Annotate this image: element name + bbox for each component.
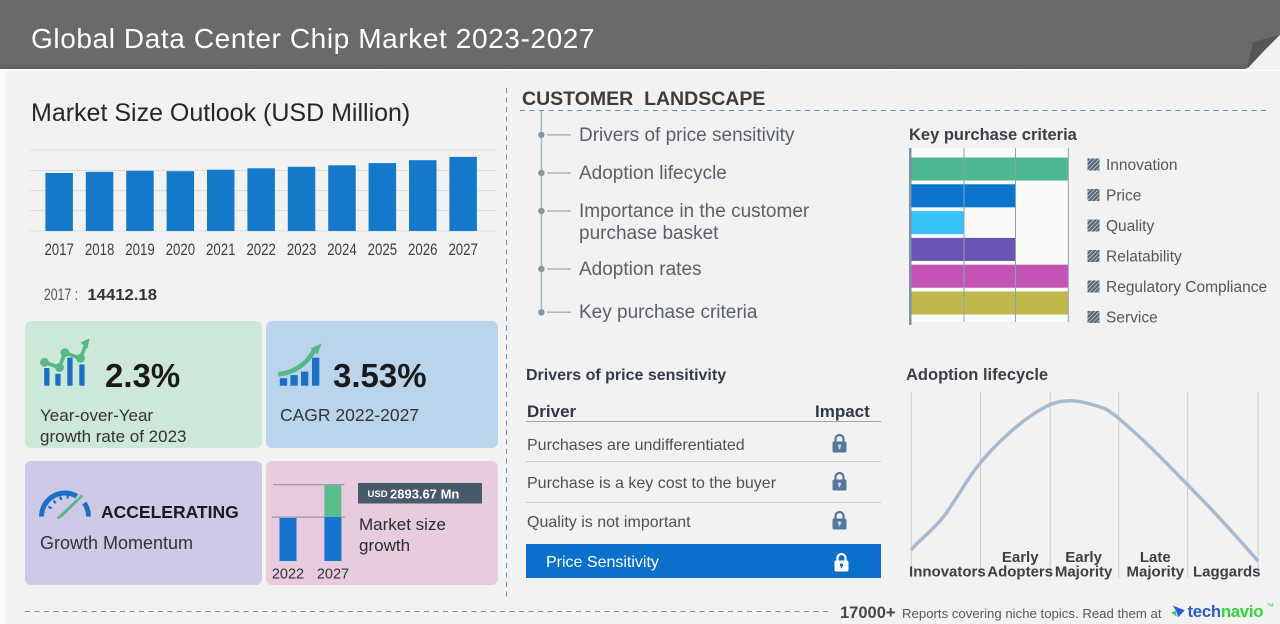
svg-text:2022: 2022 xyxy=(246,241,276,259)
svg-text:Innovation: Innovation xyxy=(1106,157,1178,174)
svg-text:2017: 2017 xyxy=(44,241,74,259)
svg-text:Adopters: Adopters xyxy=(987,564,1053,581)
svg-text:Relatability: Relatability xyxy=(1106,249,1182,266)
svg-text:Quality: Quality xyxy=(1106,218,1154,235)
svg-text:Majority: Majority xyxy=(1055,564,1113,581)
svg-text:2026: 2026 xyxy=(408,241,438,259)
svg-text:Majority: Majority xyxy=(1127,564,1185,581)
svg-text:2017 :: 2017 : xyxy=(44,286,78,304)
svg-text:2024: 2024 xyxy=(327,241,357,259)
svg-text:2893.67 Mn: 2893.67 Mn xyxy=(390,487,459,502)
svg-text:2019: 2019 xyxy=(125,241,155,259)
svg-text:2027: 2027 xyxy=(317,567,349,583)
svg-text:2025: 2025 xyxy=(368,241,398,259)
svg-text:Service: Service xyxy=(1106,310,1158,327)
svg-text:Innovators: Innovators xyxy=(909,564,986,581)
svg-text:2022: 2022 xyxy=(272,567,304,583)
svg-text:technavio: technavio xyxy=(1188,602,1264,621)
svg-text:14412.18: 14412.18 xyxy=(87,287,157,304)
svg-text:2027: 2027 xyxy=(448,241,478,259)
svg-text:2018: 2018 xyxy=(85,241,115,259)
svg-text:Regulatory Compliance: Regulatory Compliance xyxy=(1106,279,1267,296)
svg-text:USD: USD xyxy=(368,489,388,500)
svg-text:2023: 2023 xyxy=(287,241,317,259)
svg-text:Laggards: Laggards xyxy=(1193,564,1261,581)
svg-text:Price: Price xyxy=(1106,188,1141,205)
svg-text:™: ™ xyxy=(1266,602,1274,611)
svg-text:2020: 2020 xyxy=(166,241,196,259)
svg-text:2021: 2021 xyxy=(206,241,236,259)
